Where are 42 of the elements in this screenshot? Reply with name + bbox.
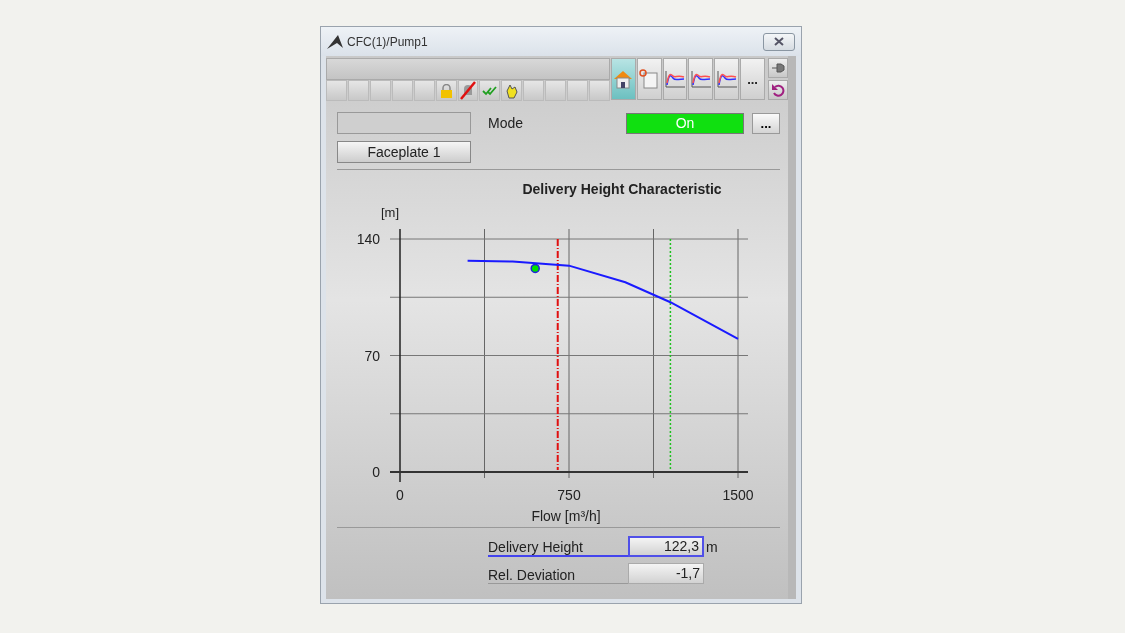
document-icon [638,68,661,90]
x-axis-label: Flow [m³/h] [531,508,601,524]
lock-icon [439,83,453,98]
mode-label: Mode [487,115,525,131]
view-button[interactable] [611,58,636,100]
trend-chart-icon [715,69,738,89]
view-button[interactable] [714,58,740,100]
more-button[interactable]: ... [740,58,765,100]
x-tick-label: 0 [396,487,404,503]
trend-chart-icon [689,69,712,89]
trend-chart-icon [664,69,687,89]
status-button[interactable] [501,80,523,101]
y-tick-label: 140 [356,231,380,247]
side-button[interactable] [767,80,788,100]
app-logo-icon [327,34,343,49]
pin-icon [770,62,785,74]
chart-title: Delivery Height Characteristic [521,181,723,197]
status-button[interactable] [457,80,479,101]
crossed-bell-icon [459,81,477,100]
view-button[interactable] [662,58,688,100]
hand-icon [503,82,520,99]
status-button[interactable] [435,80,457,101]
x-tick-label: 750 [557,487,581,503]
value-field[interactable]: -1,7 [628,563,704,584]
y-axis-label: [m] [380,205,400,220]
y-tick-label: 0 [372,464,380,480]
mode-indicator: On [626,112,744,134]
undo-arrow-icon [770,83,785,97]
y-tick-label: 70 [364,347,380,364]
operating-point [530,263,540,274]
side-button[interactable] [767,58,788,78]
close-icon [774,37,784,46]
mode-menu-button[interactable]: ... [752,112,780,134]
faceplate-button[interactable]: Faceplate 1 [337,141,471,163]
value-field[interactable]: 122,3 [628,536,704,557]
unit-label: m [706,538,718,555]
window-title: CFC(1)/Pump1 [347,34,428,49]
double-check-icon [482,85,498,96]
x-tick-label: 1500 [722,487,754,503]
status-button[interactable] [479,80,501,101]
view-button[interactable] [688,58,714,100]
close-button[interactable] [763,32,795,51]
